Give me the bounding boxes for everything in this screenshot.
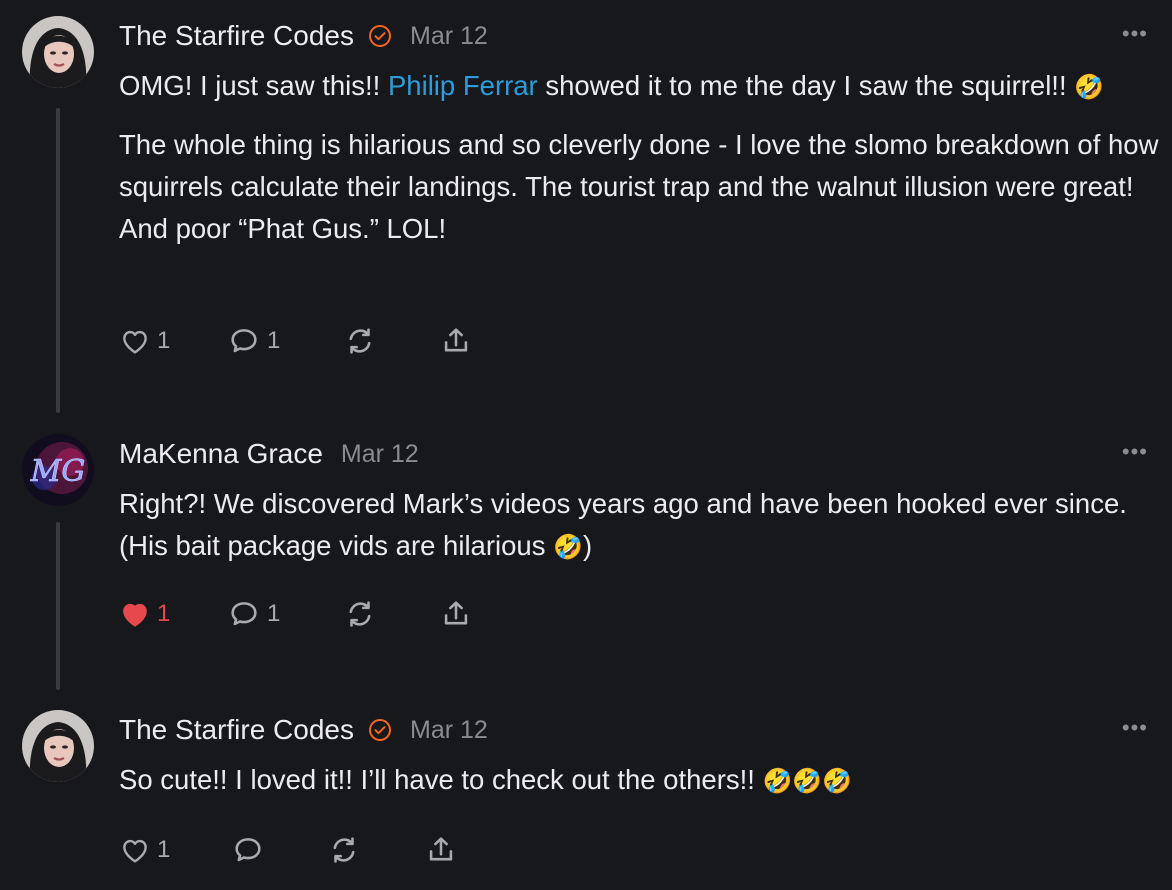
share-button[interactable] bbox=[439, 594, 473, 634]
like-button[interactable]: 1 bbox=[119, 830, 170, 870]
like-count: 1 bbox=[157, 327, 171, 354]
author-name[interactable]: The Starfire Codes bbox=[119, 714, 354, 746]
avatar[interactable] bbox=[22, 710, 94, 782]
restack-button[interactable] bbox=[343, 321, 377, 361]
verified-check-icon bbox=[368, 718, 392, 742]
restack-button[interactable] bbox=[343, 594, 377, 634]
restack-icon bbox=[349, 601, 371, 627]
comment-icon bbox=[235, 838, 261, 862]
share-icon bbox=[444, 328, 468, 352]
comment-body: So cute!! I loved it!! I’ll have to chec… bbox=[119, 759, 1159, 802]
share-icon bbox=[444, 601, 468, 625]
comment-text: showed it to me the day I saw the squirr… bbox=[537, 70, 1075, 101]
avatar[interactable] bbox=[22, 16, 94, 88]
reply-count: 1 bbox=[267, 327, 281, 354]
like-count: 1 bbox=[157, 600, 171, 627]
share-button[interactable] bbox=[439, 321, 473, 361]
comment-date[interactable]: Mar 12 bbox=[410, 22, 488, 51]
thread-line bbox=[56, 522, 60, 690]
restack-icon bbox=[349, 328, 371, 354]
avatar[interactable]: MG bbox=[22, 434, 94, 506]
more-icon[interactable]: ••• bbox=[1122, 717, 1148, 739]
share-button[interactable] bbox=[424, 830, 458, 870]
comment-body: OMG! I just saw this!! Philip Ferrar sho… bbox=[119, 65, 1159, 250]
rofl-emoji: 🤣🤣🤣 bbox=[762, 767, 853, 795]
heart-icon bbox=[123, 330, 147, 354]
rofl-emoji: 🤣 bbox=[1074, 73, 1105, 101]
like-count: 1 bbox=[157, 836, 171, 863]
comment-text: The whole thing is hilarious and so clev… bbox=[119, 129, 1159, 244]
reply-button[interactable]: 1 bbox=[227, 321, 280, 361]
restack-button[interactable] bbox=[327, 830, 361, 870]
heart-icon bbox=[123, 839, 147, 863]
more-icon[interactable]: ••• bbox=[1122, 441, 1148, 463]
like-button[interactable]: 1 bbox=[119, 594, 170, 634]
comment-date[interactable]: Mar 12 bbox=[410, 716, 488, 745]
svg-text:MG: MG bbox=[30, 454, 86, 489]
verified-check-icon bbox=[368, 24, 392, 48]
comment-text: Right?! We discovered Mark’s videos year… bbox=[119, 488, 1127, 561]
reply-button[interactable] bbox=[231, 830, 271, 870]
comment-icon bbox=[231, 602, 257, 626]
comment-icon bbox=[231, 329, 257, 353]
comment-body: Right?! We discovered Mark’s videos year… bbox=[119, 483, 1159, 568]
reply-count: 1 bbox=[267, 600, 281, 627]
restack-icon bbox=[333, 837, 355, 863]
more-icon[interactable]: ••• bbox=[1122, 23, 1148, 45]
thread-line bbox=[56, 108, 60, 413]
heart-icon bbox=[123, 603, 147, 627]
comment-text: OMG! I just saw this!! bbox=[119, 70, 388, 101]
reply-button[interactable]: 1 bbox=[227, 594, 280, 634]
like-button[interactable]: 1 bbox=[119, 321, 170, 361]
rofl-emoji: 🤣 bbox=[553, 533, 583, 561]
comment-date[interactable]: Mar 12 bbox=[341, 440, 419, 469]
comment-text: So cute!! I loved it!! I’ll have to chec… bbox=[119, 764, 763, 795]
author-name[interactable]: MaKenna Grace bbox=[119, 438, 323, 470]
comment-text: ) bbox=[582, 530, 593, 561]
mention-link[interactable]: Philip Ferrar bbox=[388, 70, 538, 101]
author-name[interactable]: The Starfire Codes bbox=[119, 20, 354, 52]
share-icon bbox=[429, 837, 453, 861]
